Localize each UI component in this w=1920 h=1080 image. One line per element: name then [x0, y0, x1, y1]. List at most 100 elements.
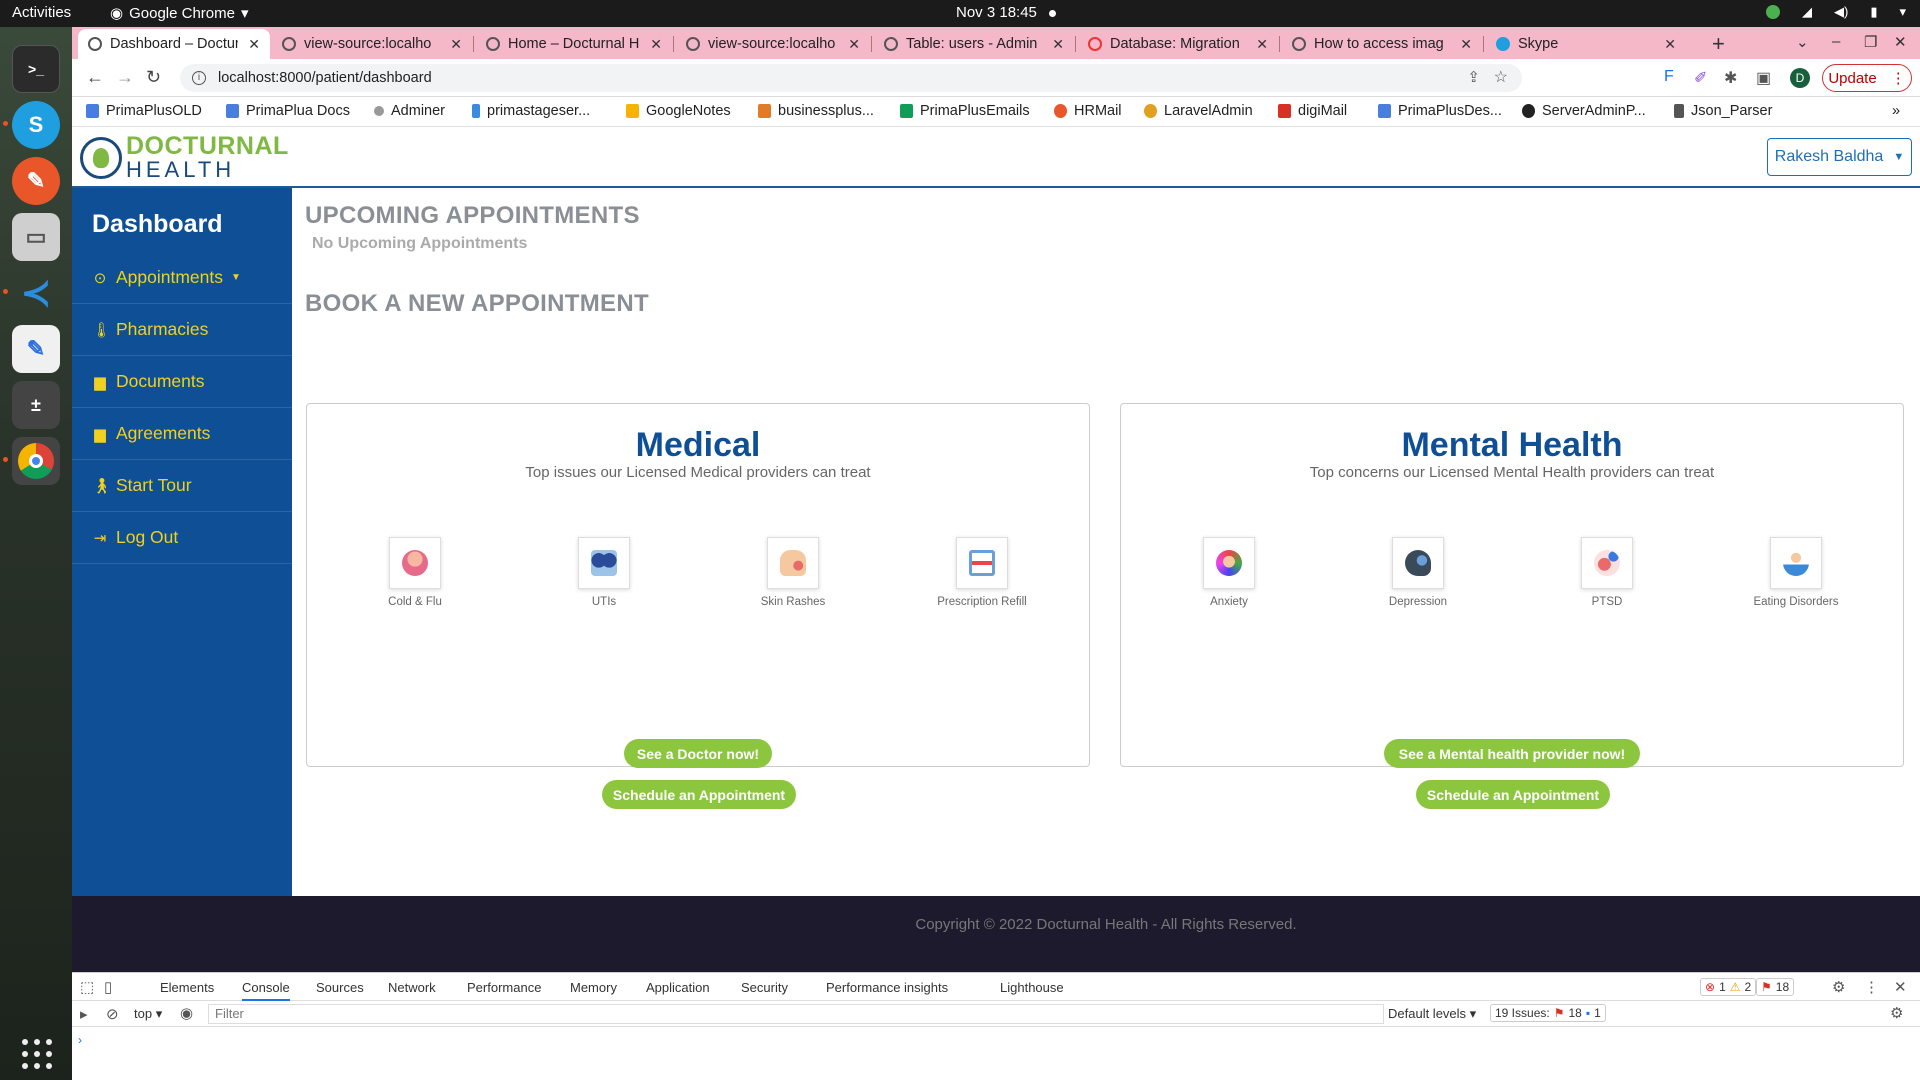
text-editor-icon[interactable]: ✎: [12, 325, 60, 373]
devtools-menu-icon[interactable]: ⋮: [1864, 978, 1879, 996]
context-selector[interactable]: top ▾: [134, 1006, 162, 1022]
clock[interactable]: Nov 3 18:45: [956, 4, 1056, 21]
side-panel-icon[interactable]: ▣: [1756, 68, 1771, 88]
issues-summary[interactable]: 19 Issues: ⚑ 18 ▪ 1: [1490, 1004, 1606, 1022]
bookmark-item[interactable]: LaravelAdmin: [1144, 103, 1253, 119]
bookmark-star-icon[interactable]: ☆: [1494, 67, 1508, 87]
mental-item-eating-disorders[interactable]: Eating Disorders: [1736, 537, 1856, 608]
activities-button[interactable]: Activities: [12, 4, 71, 21]
files-icon[interactable]: ▭: [12, 213, 60, 261]
sidebar-toggle-icon[interactable]: ▸: [80, 1005, 88, 1023]
medical-item-cold-flu[interactable]: Cold & Flu: [355, 537, 475, 608]
docturnal-logo[interactable]: DOCTURNAL HEALTH: [80, 134, 289, 181]
log-levels-dropdown[interactable]: Default levels ▾: [1388, 1006, 1476, 1022]
mental-item-depression[interactable]: Depression: [1358, 537, 1478, 608]
bookmark-item[interactable]: primastageser...: [472, 103, 590, 119]
close-window-icon[interactable]: ✕: [1894, 33, 1907, 51]
devtools-tab-performance-insights[interactable]: Performance insights: [826, 980, 948, 995]
bookmark-item[interactable]: PrimaPlusDes...: [1378, 103, 1502, 119]
chrome-icon[interactable]: [3, 437, 60, 485]
bookmark-item[interactable]: ServerAdminP...: [1522, 103, 1646, 119]
console-output[interactable]: ›: [72, 1027, 1920, 1080]
mental-item-ptsd[interactable]: PTSD: [1547, 537, 1667, 608]
medical-item-prescription-refill[interactable]: Prescription Refill: [922, 537, 1042, 608]
devtools-tab-performance[interactable]: Performance: [467, 980, 541, 995]
devtools-tab-elements[interactable]: Elements: [160, 980, 214, 995]
sidebar-item-documents[interactable]: ▆ Documents: [72, 356, 292, 408]
clear-console-icon[interactable]: ⊘: [106, 1005, 119, 1023]
devtools-tab-security[interactable]: Security: [741, 980, 788, 995]
bookmark-item[interactable]: HRMail: [1054, 103, 1122, 119]
bookmark-item[interactable]: PrimaPlua Docs: [226, 103, 350, 119]
bookmark-item[interactable]: businessplus...: [758, 103, 874, 119]
devtools-tab-network[interactable]: Network: [388, 980, 436, 995]
medical-item-utis[interactable]: UTIs: [544, 537, 664, 608]
sidebar-item-log-out[interactable]: ⇥ Log Out: [72, 512, 292, 564]
sidebar-item-start-tour[interactable]: 🚶︎ Start Tour: [72, 460, 292, 512]
system-tray[interactable]: ◢ ◀) ▮ ▾: [1765, 4, 1906, 20]
close-devtools-icon[interactable]: ✕: [1894, 978, 1907, 996]
app-menu[interactable]: ◉ Google Chrome ▾: [110, 4, 249, 23]
vscode-icon[interactable]: ≺: [3, 269, 60, 317]
update-button[interactable]: Update ⋮: [1822, 64, 1912, 92]
close-tab-icon[interactable]: ✕: [248, 36, 260, 53]
sidebar-item-appointments[interactable]: ⊙ Appointments ▼: [72, 252, 292, 304]
close-tab-icon[interactable]: ✕: [1256, 36, 1268, 53]
tab-database-migration[interactable]: Database: Migration ✕: [1078, 29, 1278, 59]
back-icon[interactable]: ←: [86, 67, 104, 88]
tab-adminer-users[interactable]: Table: users - Admin ✕: [874, 29, 1074, 59]
devtools-tab-memory[interactable]: Memory: [570, 980, 617, 995]
close-tab-icon[interactable]: ✕: [1460, 36, 1472, 53]
tab-how-to-access[interactable]: How to access imag ✕: [1282, 29, 1482, 59]
bookmark-item[interactable]: Json_Parser: [1674, 103, 1772, 119]
skype-icon[interactable]: S: [3, 101, 60, 149]
tab-search-icon[interactable]: ⌄: [1796, 33, 1809, 51]
bookmark-item[interactable]: Adminer: [374, 103, 445, 119]
eye-icon[interactable]: ◉: [180, 1004, 193, 1022]
inspect-element-icon[interactable]: ⬚: [80, 978, 94, 996]
devtools-tab-lighthouse[interactable]: Lighthouse: [1000, 980, 1064, 995]
tab-home[interactable]: Home – Docturnal H ✕: [476, 29, 672, 59]
see-doctor-button[interactable]: See a Doctor now!: [624, 739, 772, 768]
close-tab-icon[interactable]: ✕: [1052, 36, 1064, 53]
devtools-tab-sources[interactable]: Sources: [316, 980, 364, 995]
bookmark-item[interactable]: digiMail: [1278, 103, 1347, 119]
user-menu-dropdown[interactable]: Rakesh Baldha ▼: [1767, 138, 1912, 176]
extension-pen-icon[interactable]: ✐: [1694, 68, 1707, 88]
error-warning-counter[interactable]: ⊗ 1 ⚠ 2: [1700, 978, 1757, 996]
omnibox[interactable]: i localhost:8000/patient/dashboard ⇪ ☆: [180, 64, 1522, 92]
forward-icon[interactable]: →: [116, 67, 134, 88]
show-apps-icon[interactable]: [22, 1039, 52, 1069]
profile-avatar[interactable]: D: [1790, 68, 1810, 88]
close-tab-icon[interactable]: ✕: [1664, 36, 1676, 53]
calculator-icon[interactable]: ±: [12, 381, 60, 429]
extension-f-icon[interactable]: F: [1664, 68, 1674, 86]
schedule-medical-button[interactable]: Schedule an Appointment: [602, 780, 796, 809]
postman-icon[interactable]: ✎: [12, 157, 60, 205]
bookmark-item[interactable]: PrimaPlusOLD: [86, 103, 202, 119]
minimize-icon[interactable]: –: [1832, 33, 1840, 50]
reload-icon[interactable]: ↻: [146, 67, 161, 88]
new-tab-icon[interactable]: +: [1712, 31, 1725, 57]
bookmark-item[interactable]: GoogleNotes: [626, 103, 731, 119]
extensions-puzzle-icon[interactable]: ✱: [1724, 68, 1737, 88]
console-settings-icon[interactable]: ⚙: [1890, 1004, 1903, 1022]
tab-dashboard[interactable]: Dashboard – Doctur ✕: [78, 29, 270, 59]
close-tab-icon[interactable]: ✕: [848, 36, 860, 53]
settings-gear-icon[interactable]: ⚙: [1832, 978, 1845, 996]
sidebar-item-pharmacies[interactable]: 🌡︎ Pharmacies: [72, 304, 292, 356]
device-toolbar-icon[interactable]: ▯: [104, 978, 112, 996]
sidebar-item-agreements[interactable]: ▆ Agreements: [72, 408, 292, 460]
devtools-tab-console[interactable]: Console: [242, 980, 290, 1001]
issues-counter[interactable]: ⚑ 18: [1756, 978, 1795, 996]
maximize-icon[interactable]: ❐: [1864, 33, 1877, 51]
console-filter-input[interactable]: Filter: [208, 1004, 1384, 1024]
bookmarks-overflow-icon[interactable]: »: [1892, 103, 1900, 119]
site-info-icon[interactable]: i: [192, 71, 206, 85]
mental-item-anxiety[interactable]: Anxiety: [1169, 537, 1289, 608]
bookmark-item[interactable]: PrimaPlusEmails: [900, 103, 1030, 119]
tab-view-source-2[interactable]: view-source:localho ✕: [676, 29, 870, 59]
devtools-tab-application[interactable]: Application: [646, 980, 710, 995]
terminal-icon[interactable]: >_: [12, 45, 60, 93]
tab-view-source-1[interactable]: view-source:localho ✕: [272, 29, 472, 59]
